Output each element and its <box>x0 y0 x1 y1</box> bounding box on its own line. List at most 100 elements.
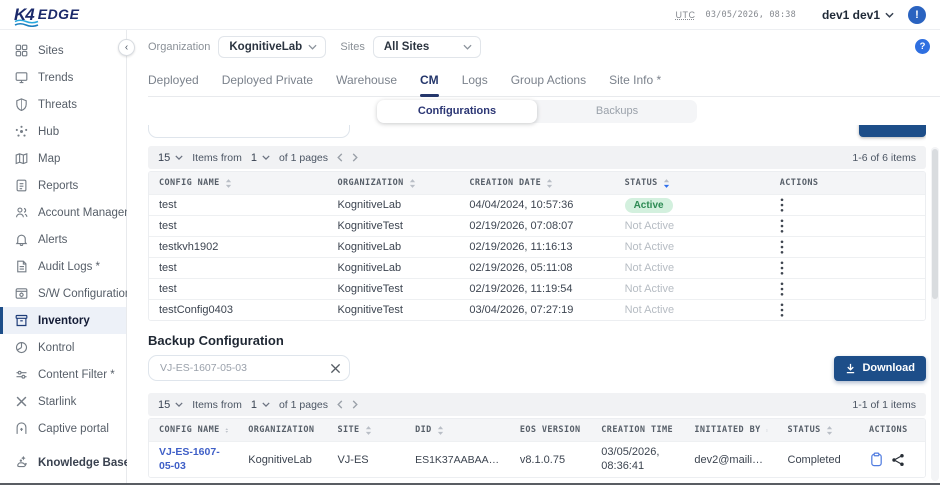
sidebar-item-threats[interactable]: Threats <box>0 91 126 118</box>
creation-date-cell: 02/19/2026, 11:16:13 <box>459 241 614 253</box>
sidebar-item-trends[interactable]: Trends <box>0 64 126 91</box>
sort-icon[interactable] <box>766 425 768 436</box>
tab-deployed-private[interactable]: Deployed Private <box>222 63 313 96</box>
tab-deployed[interactable]: Deployed <box>148 63 199 96</box>
page-size-select[interactable]: 15 <box>158 399 183 411</box>
did-cell: ES1K37AABAA001607 <box>405 454 510 466</box>
sidebar-item-audit-logs[interactable]: Audit Logs * <box>0 253 126 280</box>
row-menu-icon[interactable] <box>780 291 915 321</box>
download-button[interactable]: Download <box>834 356 926 381</box>
sidebar-item-label: Inventory <box>38 315 90 327</box>
sliders-icon <box>14 367 29 382</box>
page-size-select[interactable]: 15 <box>158 152 183 164</box>
prev-page-button[interactable] <box>337 153 343 162</box>
tab-cm[interactable]: CM <box>420 63 439 96</box>
sidebar-item-label: Content Filter * <box>38 369 115 381</box>
items-from-label: Items from <box>192 152 242 164</box>
clear-search-icon[interactable] <box>330 363 341 374</box>
prev-page-button[interactable] <box>337 400 343 409</box>
backups-table: Config Name Organization Site DID EOS Ve… <box>148 418 926 478</box>
organization-value: KognitiveLab <box>229 41 302 53</box>
sidebar-item-sites[interactable]: Sites <box>0 37 126 64</box>
column-organization: Organization <box>238 425 327 436</box>
sidebar-item-account-management[interactable]: Account Management <box>0 199 126 226</box>
page-select[interactable]: 1 <box>251 152 270 164</box>
tab-site-info[interactable]: Site Info * <box>609 63 661 96</box>
clipped-toolbar-row <box>148 125 926 146</box>
tab-logs[interactable]: Logs <box>462 63 488 96</box>
next-page-button[interactable] <box>352 153 358 162</box>
sidebar-item-kontrol[interactable]: Kontrol <box>0 334 126 361</box>
sidebar-item-sw-configuration[interactable]: S/W Configuration <box>0 280 126 307</box>
chevron-down-icon <box>262 155 270 160</box>
table-row[interactable]: VJ-ES-1607-05-03 KognitiveLab VJ-ES ES1K… <box>149 441 925 477</box>
share-icon[interactable] <box>891 453 905 467</box>
top-bar: K4 EDGE UTC 03/05/2026, 08:38 dev1 dev1 <box>0 0 940 30</box>
sidebar-item-label: Threats <box>38 99 77 111</box>
creation-time-cell: 03/05/2026, 08:36:41 <box>591 446 684 474</box>
sort-icon[interactable] <box>437 425 444 436</box>
column-initiated-by: Initiated By <box>684 425 777 436</box>
user-menu[interactable]: dev1 dev1 <box>822 8 894 22</box>
sort-icon-descending[interactable] <box>663 178 670 189</box>
sidebar-item-inventory[interactable]: Inventory <box>0 307 126 334</box>
scrollbar-thumb[interactable] <box>932 149 938 299</box>
scrollbar[interactable] <box>931 147 939 481</box>
creation-date-cell: 04/04/2024, 10:57:36 <box>459 199 614 211</box>
pie-circle-icon <box>14 340 29 355</box>
sidebar-collapse-button[interactable] <box>118 39 135 56</box>
sidebar-item-label: Map <box>38 153 60 165</box>
table-row[interactable]: testConfig0403 KognitiveTest 03/04/2026,… <box>149 299 925 320</box>
sidebar-item-content-filter[interactable]: Content Filter * <box>0 361 126 388</box>
sidebar-item-label: Reports <box>38 180 78 192</box>
status-text: Not Active <box>625 262 675 274</box>
sidebar-item-hub[interactable]: Hub <box>0 118 126 145</box>
avatar[interactable] <box>908 6 926 24</box>
creation-date-cell: 03/04/2026, 07:27:19 <box>459 304 614 316</box>
sidebar-item-knowledge-base[interactable]: Knowledge Base <box>0 449 125 476</box>
config-search-input[interactable] <box>148 125 350 138</box>
sort-icon[interactable] <box>546 178 553 189</box>
chevron-left-icon <box>337 153 343 162</box>
backup-toolbar: Download <box>148 355 926 381</box>
sort-icon[interactable] <box>225 178 232 189</box>
sidebar-item-label: Kontrol <box>38 342 74 354</box>
bell-icon <box>14 232 29 247</box>
chevron-down-icon <box>262 402 270 407</box>
sidebar-item-alerts[interactable]: Alerts <box>0 226 126 253</box>
sidebar-item-reports[interactable]: Reports <box>0 172 126 199</box>
primary-action-button[interactable] <box>859 125 926 137</box>
next-page-button[interactable] <box>352 400 358 409</box>
status-text: Not Active <box>625 283 675 295</box>
config-name-cell: test <box>149 283 327 295</box>
items-range: 1-6 of 6 items <box>852 152 916 164</box>
tab-group-actions[interactable]: Group Actions <box>511 63 586 96</box>
sidebar-item-map[interactable]: Map <box>0 145 126 172</box>
sort-icon[interactable] <box>225 425 229 436</box>
backup-name-link[interactable]: VJ-ES-1607-05-03 <box>159 446 220 472</box>
backup-search-input[interactable] <box>160 362 324 374</box>
backups-pagination: 15 Items from 1 of 1 pages 1-1 of 1 item… <box>148 393 926 416</box>
sidebar-item-captive-portal[interactable]: Captive portal <box>0 415 126 442</box>
tab-warehouse[interactable]: Warehouse <box>336 63 397 96</box>
status-text: Not Active <box>625 241 675 253</box>
subtab-configurations[interactable]: Configurations <box>377 100 537 123</box>
starlink-x-icon <box>14 394 29 409</box>
sidebar-item-label: Sites <box>38 45 64 57</box>
copy-icon[interactable] <box>869 452 884 467</box>
utc-label[interactable]: UTC <box>676 10 696 20</box>
subtab-backups[interactable]: Backups <box>537 100 697 123</box>
sites-select[interactable]: All Sites <box>373 36 481 58</box>
organization-select[interactable]: KognitiveLab <box>218 36 326 58</box>
sort-icon[interactable] <box>365 425 372 436</box>
tab-bar: Deployed Deployed Private Warehouse CM L… <box>148 63 940 97</box>
page-select[interactable]: 1 <box>251 399 270 411</box>
help-icon[interactable] <box>915 39 930 54</box>
sort-icon[interactable] <box>409 178 416 189</box>
organization-label: Organization <box>148 41 210 53</box>
sidebar-item-starlink[interactable]: Starlink <box>0 388 126 415</box>
column-actions: Actions <box>859 425 925 435</box>
sort-icon[interactable] <box>826 425 833 436</box>
status-badge: Active <box>625 198 673 213</box>
app-logo[interactable]: K4 EDGE <box>14 6 79 23</box>
